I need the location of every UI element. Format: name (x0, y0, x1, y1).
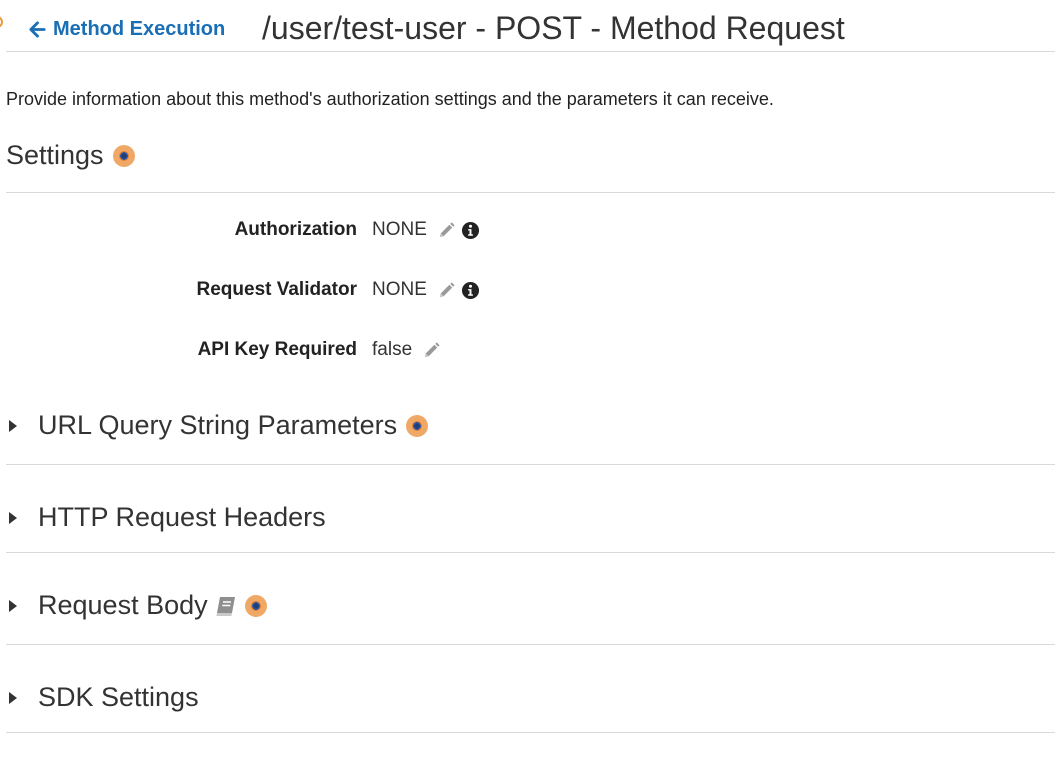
section-label[interactable]: HTTP Request Headers (38, 502, 326, 533)
section-divider (6, 732, 1055, 733)
section-url-query-string-parameters[interactable]: URL Query String Parameters (6, 410, 429, 441)
setting-label: API Key Required (197, 339, 357, 360)
settings-divider (6, 192, 1055, 193)
section-request-body[interactable]: Request Body (6, 590, 267, 621)
method-request-page: Method Execution /user/test-user - POST … (0, 0, 1055, 758)
info-icon[interactable] (461, 221, 480, 240)
setting-row-api-key-required: API Key Required false (0, 335, 700, 365)
book-icon[interactable] (214, 595, 238, 617)
back-link-label[interactable]: Method Execution (53, 18, 225, 41)
caret-right-icon (9, 511, 17, 524)
section-label[interactable]: SDK Settings (38, 682, 199, 713)
page-title: /user/test-user - POST - Method Request (262, 10, 845, 46)
settings-heading-label: Settings (6, 140, 104, 170)
arrow-left-icon (29, 21, 46, 38)
setting-row-authorization: Authorization NONE (0, 215, 700, 245)
pencil-icon[interactable] (422, 341, 441, 360)
info-icon[interactable] (461, 281, 480, 300)
section-label[interactable]: URL Query String Parameters (38, 410, 397, 441)
setting-value: NONE (372, 279, 427, 300)
setting-row-request-validator: Request Validator NONE (0, 275, 700, 305)
edge-marker-icon (0, 16, 3, 28)
header-divider (6, 51, 1055, 52)
settings-heading: Settings (6, 140, 135, 171)
setting-label: Request Validator (196, 279, 358, 300)
caret-right-icon (9, 599, 17, 612)
pencil-icon[interactable] (437, 281, 456, 300)
setting-label: Authorization (234, 219, 357, 240)
caret-right-icon (9, 691, 17, 704)
pencil-icon[interactable] (437, 221, 456, 240)
section-label[interactable]: Request Body (38, 590, 208, 621)
section-sdk-settings[interactable]: SDK Settings (6, 682, 199, 713)
back-to-method-execution-link[interactable]: Method Execution (28, 18, 225, 41)
section-divider (6, 644, 1055, 645)
caret-right-icon (9, 419, 17, 432)
section-divider (6, 552, 1055, 553)
help-badge-icon[interactable] (406, 414, 429, 437)
section-http-request-headers[interactable]: HTTP Request Headers (6, 502, 326, 533)
section-divider (6, 464, 1055, 465)
page-description: Provide information about this method's … (6, 89, 774, 109)
help-badge-icon[interactable] (244, 594, 267, 617)
setting-value: NONE (372, 219, 427, 240)
help-badge-icon[interactable] (112, 144, 135, 167)
setting-value: false (372, 339, 413, 360)
